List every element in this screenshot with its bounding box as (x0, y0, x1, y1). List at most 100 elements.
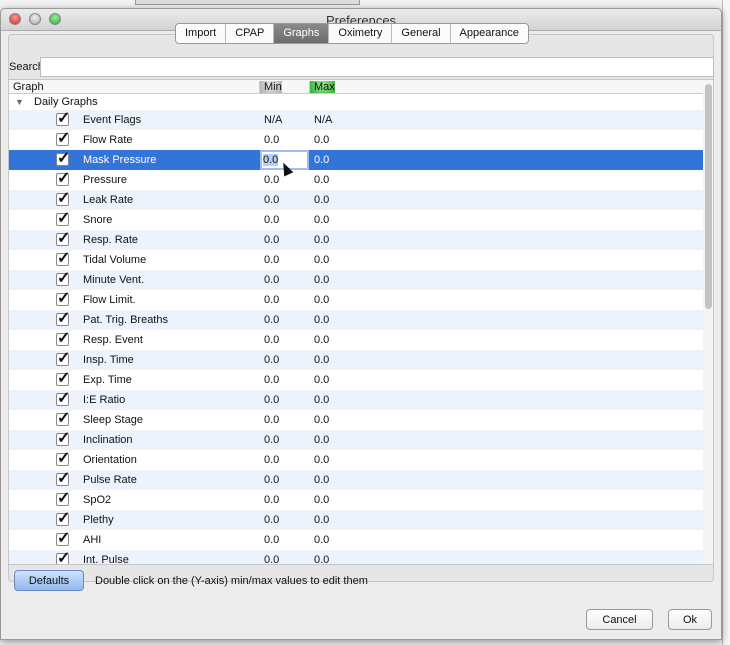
disclosure-triangle-icon[interactable]: ▼ (15, 97, 24, 107)
graph-checkbox[interactable]: ✓ (56, 510, 70, 527)
min-value[interactable]: 0.0 (264, 234, 279, 246)
max-value[interactable]: 0.0 (314, 374, 329, 386)
min-value[interactable]: 0.0 (264, 394, 279, 406)
table-row[interactable]: ✓ Resp. Rate 0.0 0.0 (9, 230, 703, 250)
graph-checkbox[interactable]: ✓ (56, 290, 70, 307)
max-value[interactable]: 0.0 (314, 554, 329, 564)
table-row[interactable]: ✓ Tidal Volume 0.0 0.0 (9, 250, 703, 270)
min-value[interactable]: 0.0 (264, 534, 279, 546)
graph-checkbox[interactable]: ✓ (56, 110, 70, 127)
max-value[interactable]: 0.0 (314, 234, 329, 246)
max-value[interactable]: 0.0 (314, 454, 329, 466)
graph-checkbox[interactable]: ✓ (56, 450, 70, 467)
vertical-scrollbar[interactable] (703, 80, 713, 564)
defaults-button[interactable]: Defaults (14, 570, 84, 591)
max-value[interactable]: N/A (314, 114, 332, 126)
min-value[interactable]: 0.0 (264, 434, 279, 446)
graph-checkbox[interactable]: ✓ (56, 310, 70, 327)
graph-checkbox[interactable]: ✓ (56, 410, 70, 427)
column-header-min[interactable]: Min (259, 81, 282, 93)
max-value[interactable]: 0.0 (314, 474, 329, 486)
min-value[interactable]: 0.0 (264, 414, 279, 426)
min-value[interactable]: 0.0 (264, 174, 279, 186)
table-row[interactable]: ✓ Snore 0.0 0.0 (9, 210, 703, 230)
min-value[interactable]: 0.0 (264, 334, 279, 346)
tab-oximetry[interactable]: Oximetry (329, 24, 393, 43)
min-value[interactable]: 0.0 (264, 494, 279, 506)
tab-cpap[interactable]: CPAP (226, 24, 275, 43)
graph-checkbox[interactable]: ✓ (56, 170, 70, 187)
max-value[interactable]: 0.0 (314, 434, 329, 446)
table-row[interactable]: ✓ Leak Rate 0.0 0.0 (9, 190, 703, 210)
column-header-graph[interactable]: Graph (9, 81, 44, 93)
graph-checkbox[interactable]: ✓ (56, 470, 70, 487)
graph-checkbox[interactable]: ✓ (56, 490, 70, 507)
max-value[interactable]: 0.0 (314, 334, 329, 346)
max-value[interactable]: 0.0 (314, 134, 329, 146)
graph-checkbox[interactable]: ✓ (56, 190, 70, 207)
table-row[interactable]: ✓ AHI 0.0 0.0 (9, 530, 703, 550)
table-row[interactable]: ✓ Sleep Stage 0.0 0.0 (9, 410, 703, 430)
min-value[interactable]: 0.0 (264, 514, 279, 526)
max-value[interactable]: 0.0 (314, 354, 329, 366)
min-value[interactable]: 0.0 (264, 354, 279, 366)
graph-checkbox[interactable]: ✓ (56, 150, 70, 167)
cancel-button[interactable]: Cancel (586, 609, 653, 630)
min-value[interactable]: 0.0 (264, 314, 279, 326)
max-value[interactable]: 0.0 (314, 274, 329, 286)
max-value[interactable]: 0.0 (314, 194, 329, 206)
max-value[interactable]: 0.0 (314, 394, 329, 406)
table-row[interactable]: ✓ Insp. Time 0.0 0.0 (9, 350, 703, 370)
table-row[interactable]: ✓ Mask Pressure 0.0 0.0 (9, 150, 703, 170)
max-value[interactable]: 0.0 (314, 214, 329, 226)
min-value[interactable]: 0.0 (264, 294, 279, 306)
group-row-daily-graphs[interactable]: ▼ Daily Graphs (9, 94, 703, 110)
table-row[interactable]: ✓ Int. Pulse 0.0 0.0 (9, 550, 703, 564)
min-value[interactable]: 0.0 (264, 134, 279, 146)
tab-general[interactable]: General (392, 24, 451, 43)
table-row[interactable]: ✓ I:E Ratio 0.0 0.0 (9, 390, 703, 410)
max-value[interactable]: 0.0 (314, 314, 329, 326)
min-value[interactable]: 0.0 (264, 194, 279, 206)
max-value[interactable]: 0.0 (314, 534, 329, 546)
min-value[interactable]: 0.0 (264, 454, 279, 466)
graph-checkbox[interactable]: ✓ (56, 270, 70, 287)
tab-appearance[interactable]: Appearance (451, 24, 528, 43)
ok-button[interactable]: Ok (668, 609, 712, 630)
table-row[interactable]: ✓ Pressure 0.0 0.0 (9, 170, 703, 190)
table-row[interactable]: ✓ Pulse Rate 0.0 0.0 (9, 470, 703, 490)
min-value[interactable]: 0.0 (264, 214, 279, 226)
max-value[interactable]: 0.0 (314, 494, 329, 506)
tab-graphs[interactable]: Graphs (274, 24, 330, 43)
table-row[interactable]: ✓ Event Flags N/A N/A (9, 110, 703, 130)
table-row[interactable]: ✓ Plethy 0.0 0.0 (9, 510, 703, 530)
table-row[interactable]: ✓ Flow Rate 0.0 0.0 (9, 130, 703, 150)
min-value[interactable]: 0.0 (264, 554, 279, 564)
tab-import[interactable]: Import (176, 24, 227, 43)
table-row[interactable]: ✓ Minute Vent. 0.0 0.0 (9, 270, 703, 290)
max-value[interactable]: 0.0 (314, 414, 329, 426)
max-value[interactable]: 0.0 (314, 174, 329, 186)
table-row[interactable]: ✓ Pat. Trig. Breaths 0.0 0.0 (9, 310, 703, 330)
min-value[interactable]: N/A (264, 114, 282, 126)
scrollbar-thumb[interactable] (705, 84, 712, 309)
table-row[interactable]: ✓ Exp. Time 0.0 0.0 (9, 370, 703, 390)
table-row[interactable]: ✓ Orientation 0.0 0.0 (9, 450, 703, 470)
graph-checkbox[interactable]: ✓ (56, 210, 70, 227)
table-row[interactable]: ✓ Resp. Event 0.0 0.0 (9, 330, 703, 350)
table-row[interactable]: ✓ Inclination 0.0 0.0 (9, 430, 703, 450)
graph-checkbox[interactable]: ✓ (56, 350, 70, 367)
graph-checkbox[interactable]: ✓ (56, 250, 70, 267)
graph-checkbox[interactable]: ✓ (56, 390, 70, 407)
graph-checkbox[interactable]: ✓ (56, 230, 70, 247)
search-input[interactable] (40, 57, 714, 77)
max-value[interactable]: 0.0 (314, 254, 329, 266)
table-row[interactable]: ✓ Flow Limit. 0.0 0.0 (9, 290, 703, 310)
min-value[interactable]: 0.0 (264, 254, 279, 266)
graph-checkbox[interactable]: ✓ (56, 530, 70, 547)
table-row[interactable]: ✓ SpO2 0.0 0.0 (9, 490, 703, 510)
graph-checkbox[interactable]: ✓ (56, 550, 70, 564)
max-value[interactable]: 0.0 (314, 294, 329, 306)
min-value[interactable]: 0.0 (264, 374, 279, 386)
graph-checkbox[interactable]: ✓ (56, 330, 70, 347)
